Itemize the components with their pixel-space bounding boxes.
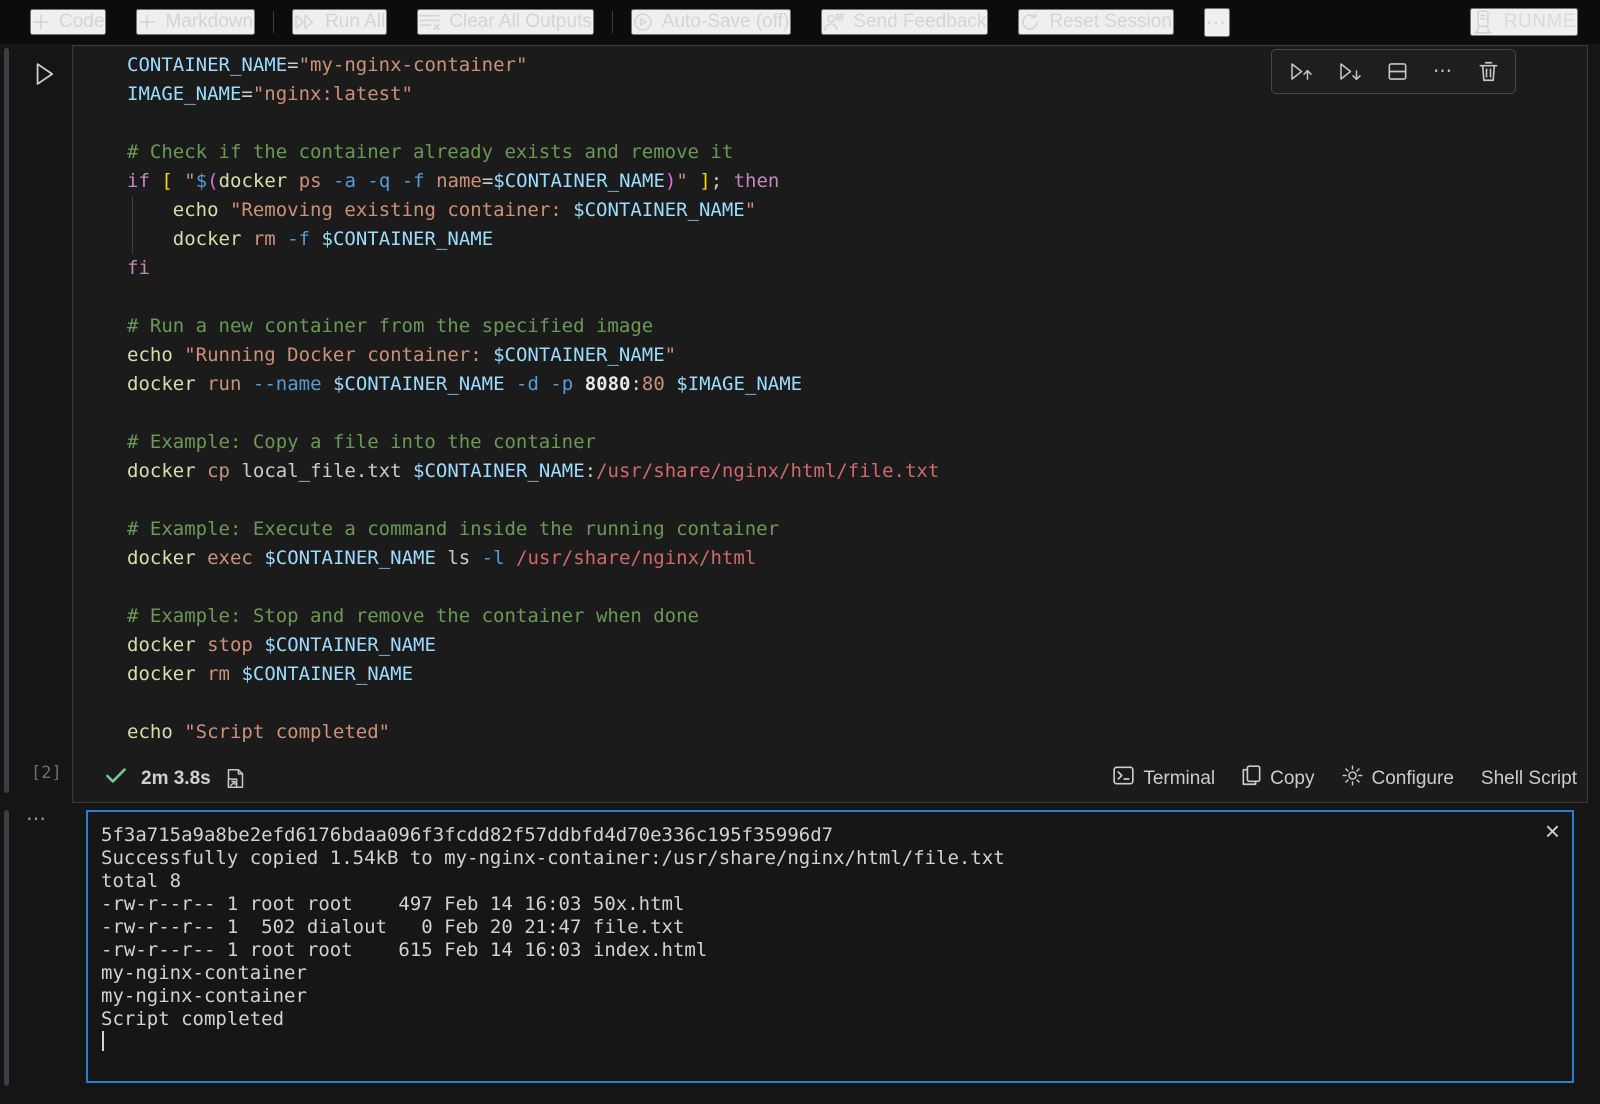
code-line [127,109,1587,138]
send-feedback-button[interactable]: Send Feedback [821,9,988,35]
code-line [127,486,1587,515]
success-check-icon [106,768,126,790]
output-line: 5f3a715a9a8be2efd6176bdaa096f3fcdd82f57d… [101,824,1532,847]
terminal-label: Terminal [1143,768,1215,790]
plus-icon [32,13,50,31]
code-line: # Example: Stop and remove the container… [127,602,1587,631]
delete-cell-button[interactable] [1479,61,1498,82]
add-markdown-label: Markdown [165,11,253,33]
split-cell-button[interactable] [1387,61,1408,82]
auto-save-toggle[interactable]: Auto-Save (off) [631,9,791,35]
feedback-icon [823,13,844,32]
clear-all-outputs-button[interactable]: Clear All Outputs [417,9,594,35]
output-line: -rw-r--r-- 1 root root 497 Feb 14 16:03 … [101,893,1532,916]
code-line [127,689,1587,718]
terminal-icon [1113,766,1134,791]
output-lines: 5f3a715a9a8be2efd6176bdaa096f3fcdd82f57d… [101,824,1532,1031]
output-line: Successfully copied 1.54kB to my-nginx-c… [101,847,1532,870]
clear-outputs-label: Clear All Outputs [449,11,592,33]
code-line: if [ "$(docker ps -a -q -f name=$CONTAIN… [127,167,1587,196]
output-line: my-nginx-container [101,962,1532,985]
code-line: docker exec $CONTAINER_NAME ls -l /usr/s… [127,544,1587,573]
copy-output-button[interactable]: Copy [1242,765,1314,792]
run-all-button[interactable]: Run All [292,9,387,35]
copy-icon [1242,765,1261,792]
code-line [127,283,1587,312]
copy-label: Copy [1270,768,1314,790]
output-line: Script completed [101,1008,1532,1031]
cell-toolbar: ⋯ [1271,49,1516,94]
cell-output[interactable]: 5f3a715a9a8be2efd6176bdaa096f3fcdd82f57d… [86,810,1574,1083]
toolbar-separator [273,11,274,33]
code-line: # Example: Execute a command inside the … [127,515,1587,544]
ellipsis-icon: ⋯ [26,808,48,830]
output-line: my-nginx-container [101,985,1532,1008]
reset-icon [1020,12,1040,32]
run-all-label: Run All [325,11,385,33]
send-feedback-label: Send Feedback [853,11,986,33]
open-terminal-button[interactable]: Terminal [1113,766,1215,791]
execution-count: [2] [31,763,62,783]
output-focus-indicator [4,810,9,1086]
code-line: # Example: Copy a file into the containe… [127,428,1587,457]
add-code-cell-button[interactable]: Code [30,9,106,35]
code-line: # Run a new container from the specified… [127,312,1587,341]
notebook-window: Code Markdown Run All Clear All Outputs … [0,0,1600,1104]
auto-save-label: Auto-Save (off) [662,11,789,33]
output-options-button[interactable]: ⋯ [26,806,48,831]
configure-cell-button[interactable]: Configure [1342,765,1454,792]
execute-below-button[interactable] [1338,61,1362,82]
toolbar-more-button[interactable]: ⋯ [1204,8,1230,37]
output-line: -rw-r--r-- 1 root root 615 Feb 14 16:03 … [101,939,1532,962]
close-icon: × [1545,816,1560,846]
reset-session-label: Reset Session [1049,11,1172,33]
notebook-toolbar: Code Markdown Run All Clear All Outputs … [0,0,1600,44]
toolbar-separator [612,11,613,33]
code-line: echo "Script completed" [127,718,1587,747]
add-code-label: Code [59,11,104,33]
cell-more-actions-button[interactable]: ⋯ [1433,60,1454,83]
language-label: Shell Script [1481,768,1577,790]
code-line: docker rm -f $CONTAINER_NAME [127,225,1587,254]
code-cell: CONTAINER_NAME="my-nginx-container"IMAGE… [72,45,1588,803]
configure-label: Configure [1372,768,1454,790]
execute-above-button[interactable] [1289,61,1313,82]
close-output-button[interactable]: × [1545,818,1560,844]
code-line: fi [127,254,1587,283]
run-cell-button[interactable] [30,60,58,88]
clear-outputs-icon [419,13,440,31]
export-session-output-button[interactable] [226,768,245,789]
code-editor[interactable]: CONTAINER_NAME="my-nginx-container"IMAGE… [73,46,1587,755]
output-line: -rw-r--r-- 1 502 dialout 0 Feb 20 21:47 … [101,916,1532,939]
play-icon [30,76,58,91]
code-line: echo "Removing existing container: $CONT… [127,196,1587,225]
runme-logo-icon [1472,10,1494,34]
auto-save-icon [633,12,653,32]
more-icon: ⋯ [1206,10,1228,35]
runme-brand-button[interactable]: RUNME [1470,8,1578,36]
code-line: docker stop $CONTAINER_NAME [127,631,1587,660]
indent-guide [132,196,133,254]
code-line [127,573,1587,602]
runme-brand-label: RUNME [1504,11,1576,33]
output-line: total 8 [101,870,1532,893]
code-line [127,399,1587,428]
code-line: docker cp local_file.txt $CONTAINER_NAME… [127,457,1587,486]
code-line: # Check if the container already exists … [127,138,1587,167]
plus-icon [138,13,156,31]
code-line: docker run --name $CONTAINER_NAME -d -p … [127,370,1587,399]
run-all-icon [294,13,316,31]
code-line: docker rm $CONTAINER_NAME [127,660,1587,689]
language-picker[interactable]: Shell Script [1481,768,1577,790]
add-markdown-cell-button[interactable]: Markdown [136,9,255,35]
cell-status-bar: 2m 3.8s Terminal Copy Configure Sh [73,755,1587,802]
terminal-cursor [102,1031,104,1051]
ellipsis-icon: ⋯ [1433,60,1454,83]
cell-focus-indicator [4,48,9,793]
reset-session-button[interactable]: Reset Session [1018,9,1174,35]
code-line: echo "Running Docker container: $CONTAIN… [127,341,1587,370]
gear-icon [1342,765,1363,792]
execution-duration: 2m 3.8s [141,768,211,790]
